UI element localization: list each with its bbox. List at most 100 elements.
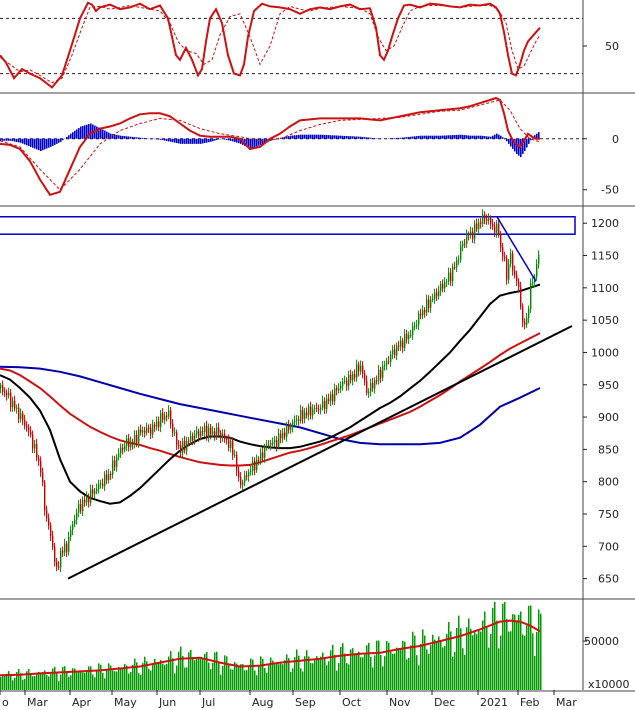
macd-hist-bar: [292, 135, 294, 139]
volume-bar: [288, 658, 290, 690]
month-label-6: Aug: [252, 696, 273, 709]
volume-bar: [0, 676, 2, 690]
volume-bar: [172, 658, 174, 690]
volume-bar: [520, 611, 522, 690]
macd-hist-bar: [174, 138, 176, 143]
candle-body: [136, 434, 138, 443]
candle-body: [396, 345, 398, 355]
volume-bar: [422, 629, 424, 690]
candle-body: [410, 335, 412, 337]
volume-bar: [28, 669, 30, 690]
candle-body: [230, 440, 232, 448]
macd-hist-bar: [70, 133, 72, 139]
volume-bar: [70, 675, 72, 690]
macd-hist-bar: [206, 138, 208, 143]
volume-bar: [224, 655, 226, 690]
macd-hist-bar: [286, 136, 288, 139]
candle-body: [84, 499, 86, 503]
volume-bar: [306, 650, 308, 690]
candle-body: [252, 460, 254, 471]
volume-bar: [260, 656, 262, 690]
price-tick-1150: 1150: [591, 250, 619, 263]
volume-bar: [368, 643, 370, 690]
volume-bar: [342, 643, 344, 690]
candle-body: [264, 446, 266, 458]
volume-bar: [94, 677, 96, 690]
macd-hist-bar: [462, 134, 464, 139]
candle-body: [48, 518, 50, 526]
volume-bar: [158, 662, 160, 690]
macd-hist-bar: [308, 134, 310, 139]
volume-bar: [102, 672, 104, 690]
candle-body: [172, 423, 174, 433]
macd-hist-bar: [180, 138, 182, 144]
volume-bar: [488, 647, 490, 690]
candle-body: [54, 547, 56, 562]
candle-body: [142, 430, 144, 433]
volume-bar: [370, 656, 372, 690]
macd-hist-bar: [136, 137, 138, 139]
macd-hist-bar: [502, 137, 504, 139]
candle-body: [36, 443, 38, 459]
candle-body: [368, 391, 370, 393]
macd-hist-bar: [128, 136, 130, 139]
macd-hist-bar: [10, 138, 12, 141]
macd-hist-bar: [392, 138, 394, 139]
volume-bar: [98, 663, 100, 690]
volume-bar: [206, 651, 208, 690]
candle-body: [438, 290, 440, 297]
macd-hist-bar: [338, 135, 340, 139]
candle-body: [330, 394, 332, 401]
candle-body: [24, 419, 26, 426]
macd-hist-bar: [162, 138, 164, 141]
candle-body: [200, 431, 202, 437]
macd-hist-bar: [20, 138, 22, 143]
volume-bar: [304, 656, 306, 690]
macd-hist-bar: [156, 138, 158, 140]
macd-hist-bar: [208, 138, 210, 143]
volume-bar: [490, 633, 492, 690]
candle-body: [14, 400, 16, 409]
macd-hist-bar: [186, 138, 188, 144]
volume-bar: [178, 651, 180, 690]
candle-body: [296, 419, 298, 421]
volume-bar: [474, 632, 476, 690]
volume-bar: [278, 664, 280, 690]
candle-body: [150, 428, 152, 435]
macd-hist-bar: [188, 138, 190, 144]
volume-bar: [2, 675, 4, 690]
candle-body: [318, 408, 320, 410]
volume-bar: [346, 663, 348, 690]
macd-hist-bar: [184, 138, 186, 144]
volume-unit-label: x10000: [588, 678, 630, 691]
candle-body: [28, 427, 30, 432]
macd-hist-bar: [364, 137, 366, 139]
macd-hist-bar: [374, 138, 376, 139]
volume-bar: [476, 634, 478, 690]
volume-bar: [308, 656, 310, 690]
volume-bar: [218, 663, 220, 690]
candle-body: [474, 223, 476, 239]
volume-bar: [292, 668, 294, 690]
candle-body: [262, 452, 264, 458]
candle-body: [268, 444, 270, 446]
candle-body: [324, 400, 326, 409]
volume-bar: [536, 631, 538, 690]
volume-bar: [472, 635, 474, 690]
candle-body: [346, 380, 348, 386]
macd-hist-bar: [332, 135, 334, 139]
volume-bar: [212, 662, 214, 690]
candle-body: [348, 374, 350, 386]
macd-hist-bar: [484, 136, 486, 139]
macd-hist-bar: [46, 138, 48, 149]
macd-hist-bar: [102, 129, 104, 139]
stochastic-panel: 50: [0, 1, 619, 89]
volume-bar: [196, 659, 198, 690]
volume-bar: [328, 661, 330, 690]
macd-hist-bar: [304, 134, 306, 139]
candle-body: [152, 424, 154, 435]
volume-bar: [526, 625, 528, 690]
macd-hist-bar: [172, 138, 174, 143]
volume-bar: [502, 603, 504, 690]
candle-body: [288, 424, 290, 430]
